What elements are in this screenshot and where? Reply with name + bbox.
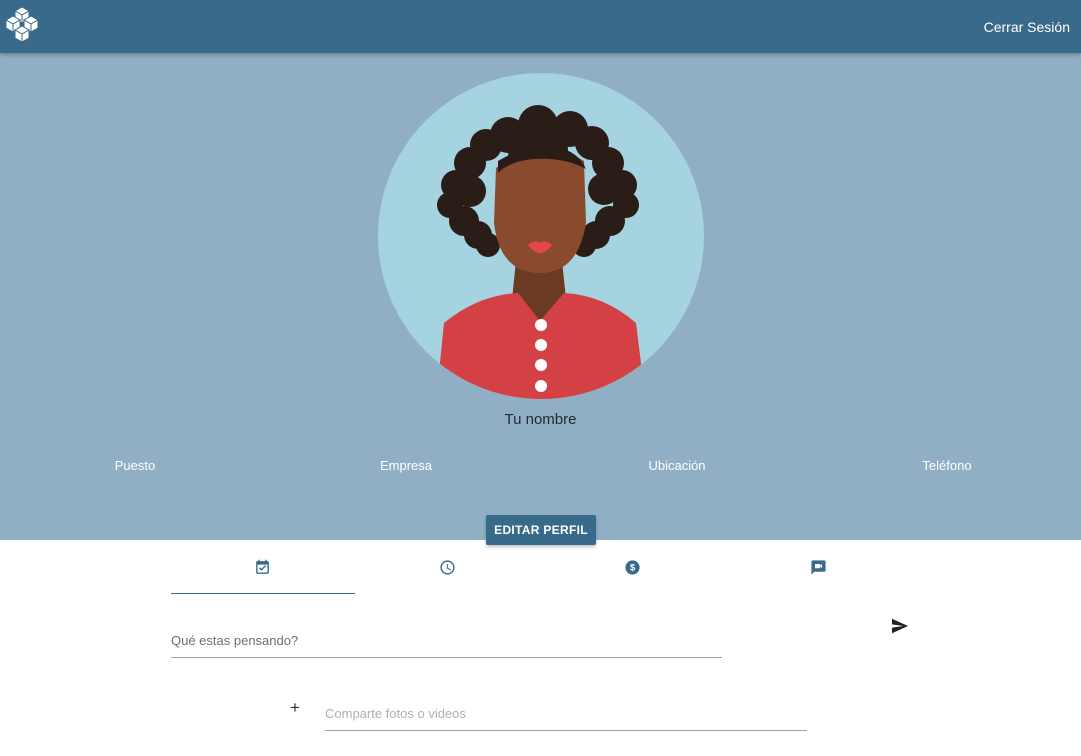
tab-video[interactable] xyxy=(726,556,911,594)
edit-profile-button[interactable]: EDITAR PERFIL xyxy=(486,515,596,545)
calendar-check-icon xyxy=(256,559,269,574)
logout-link[interactable]: Cerrar Sesión xyxy=(984,19,1070,35)
position-field: Puesto xyxy=(114,458,156,473)
company-field: Empresa xyxy=(379,458,433,473)
top-navbar: Cerrar Sesión xyxy=(0,0,1081,53)
activity-tabs: $ xyxy=(170,556,912,594)
add-media-button[interactable]: + xyxy=(290,698,300,718)
tab-payments[interactable]: $ xyxy=(540,556,725,594)
profile-name: Tu nombre xyxy=(504,411,577,428)
send-icon[interactable] xyxy=(891,618,909,634)
phone-field: Teléfono xyxy=(922,458,972,473)
tab-clock[interactable] xyxy=(355,556,540,594)
video-chat-icon xyxy=(811,560,826,575)
post-input[interactable] xyxy=(171,624,722,658)
media-input[interactable] xyxy=(325,697,807,731)
location-field: Ubicación xyxy=(648,458,706,473)
dollar-circle-icon: $ xyxy=(625,560,640,575)
profile-header: Tu nombre Puesto Empresa Ubicación Teléf… xyxy=(0,53,1081,545)
tab-calendar[interactable] xyxy=(170,556,355,594)
svg-text:$: $ xyxy=(630,563,635,573)
cube-cluster-logo[interactable] xyxy=(4,6,40,44)
avatar xyxy=(378,73,704,399)
clock-icon xyxy=(440,560,455,575)
